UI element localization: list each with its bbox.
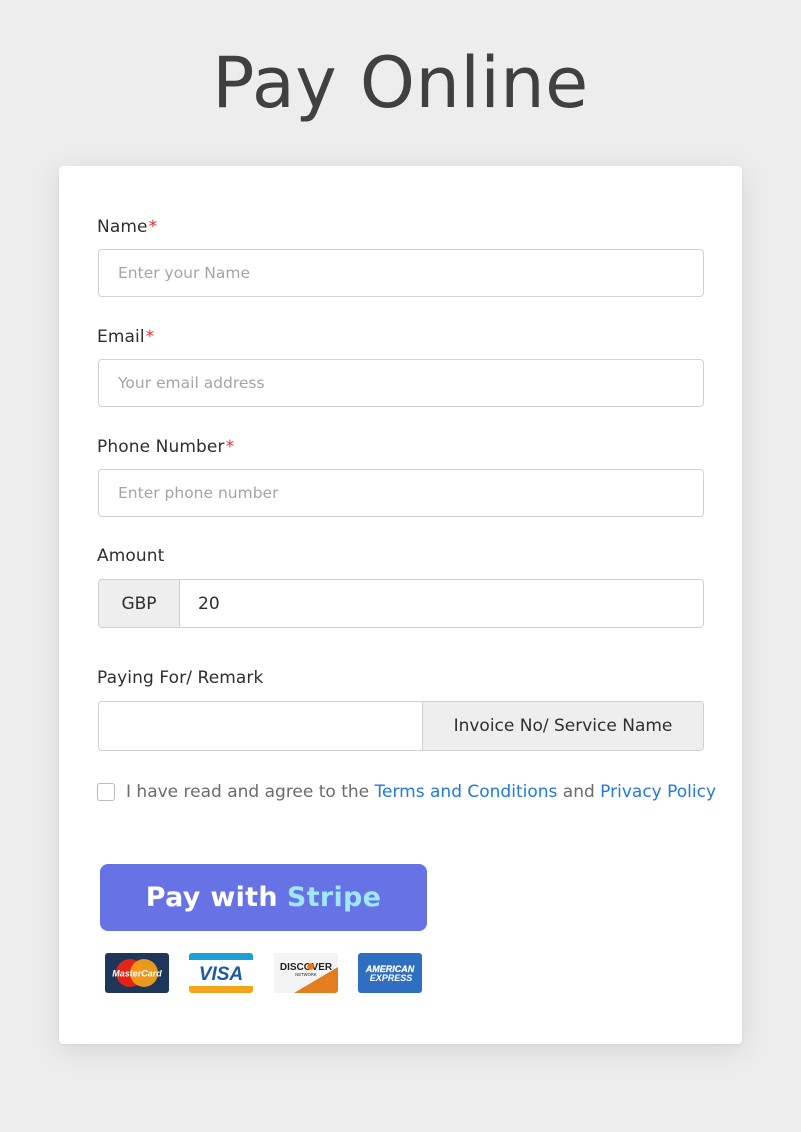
agreement-joiner: and (557, 782, 601, 802)
required-marker: * (145, 327, 155, 347)
amount-label: Amount (97, 546, 165, 566)
payment-form-card: Name* Email* Phone Number* Amount GBP Pa… (59, 166, 742, 1044)
terms-link[interactable]: Terms and Conditions (375, 782, 558, 802)
visa-text: VISA (199, 964, 243, 985)
amex-subtext: EXPRESS (370, 973, 413, 983)
agree-checkbox[interactable] (97, 783, 115, 801)
remark-input-group: Invoice No/ Service Name (98, 701, 704, 751)
phone-label-text: Phone Number (97, 437, 225, 457)
required-marker: * (148, 217, 158, 237)
amex-logo: AMERICAN EXPRESS (358, 953, 422, 993)
privacy-link[interactable]: Privacy Policy (600, 782, 716, 802)
amex-icon: AMERICAN EXPRESS (358, 953, 422, 993)
agreement-prefix: I have read and agree to the (126, 782, 375, 802)
visa-logo: VISA (189, 953, 253, 993)
remark-addon: Invoice No/ Service Name (422, 702, 703, 750)
visa-icon: VISA (189, 953, 253, 993)
name-input[interactable] (98, 249, 704, 297)
amount-input-group: GBP (98, 579, 704, 628)
page-title: Pay Online (212, 42, 589, 124)
agreement-text: I have read and agree to the Terms and C… (126, 782, 716, 802)
pay-with-stripe-button[interactable]: Pay with Stripe (100, 864, 427, 931)
phone-input[interactable] (98, 469, 704, 517)
phone-label: Phone Number* (97, 437, 234, 457)
discover-logo: DISCOVER NETWORK (274, 953, 338, 993)
email-input[interactable] (98, 359, 704, 407)
mastercard-icon: MasterCard (105, 953, 169, 993)
discover-subtext: NETWORK (295, 972, 317, 977)
email-label: Email* (97, 327, 154, 347)
mastercard-logo: MasterCard (105, 953, 169, 993)
discover-icon: DISCOVER NETWORK (274, 953, 338, 993)
mastercard-text: MasterCard (112, 969, 162, 979)
remark-input[interactable] (99, 702, 422, 750)
name-label: Name* (97, 217, 157, 237)
stripe-brand-label: Stripe (286, 882, 382, 913)
pay-with-label: Pay with (145, 882, 278, 913)
currency-addon: GBP (99, 580, 180, 627)
email-label-text: Email (97, 327, 145, 347)
agreement-row: I have read and agree to the Terms and C… (97, 780, 716, 804)
required-marker: * (225, 437, 235, 457)
name-label-text: Name (97, 217, 148, 237)
remark-label: Paying For/ Remark (97, 668, 264, 688)
amount-input[interactable] (180, 580, 703, 627)
